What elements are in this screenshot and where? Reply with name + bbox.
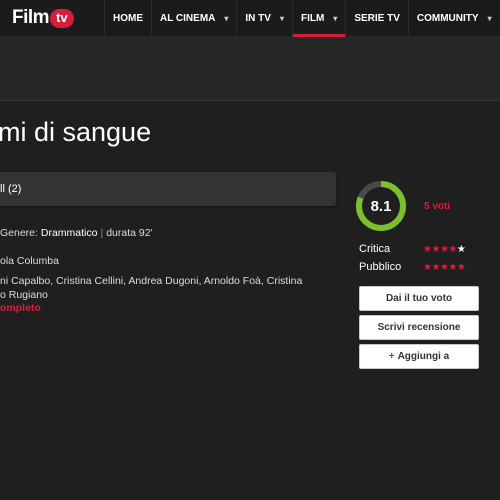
nav-label: COMMUNITY — [416, 13, 479, 24]
pubblico-label: Pubblico — [359, 261, 402, 273]
chevron-down-icon: ▾ — [333, 14, 338, 23]
nav-label: HOME — [113, 13, 143, 24]
director[interactable]: ola Columba — [0, 255, 59, 267]
rate-button-label: Dai il tuo voto — [385, 293, 453, 304]
header-band — [0, 37, 500, 100]
critica-label: Critica — [359, 243, 391, 255]
star-icon: ★ — [448, 262, 457, 273]
genre-value[interactable]: Drammatico — [41, 227, 98, 239]
chevron-down-icon: ▾ — [487, 14, 492, 23]
star-icon: ★ — [431, 244, 440, 255]
genre-label: Genere: — [0, 227, 38, 239]
main-menu: HOME AL CINEMA ▾ IN TV ▾ FILM ▾ SERIE TV… — [104, 0, 500, 37]
star-icon: ★ — [456, 244, 466, 255]
nav-item-serie-tv[interactable]: SERIE TV — [345, 0, 408, 37]
tab-label: ll (2) — [0, 183, 22, 195]
duration: durata 92' — [106, 227, 153, 239]
full-cast-link[interactable]: ompleto — [0, 302, 41, 314]
add-to-list-button[interactable]: + Aggiungi a — [359, 344, 479, 369]
info-tab-bar[interactable]: ll (2) — [0, 172, 336, 206]
plus-icon: + — [388, 351, 395, 362]
logo-tv-badge: tv — [50, 8, 74, 28]
filmtv-logo[interactable]: Film tv — [12, 6, 74, 30]
nav-item-in-tv[interactable]: IN TV ▾ — [236, 0, 292, 37]
rate-button[interactable]: Dai il tuo voto — [359, 286, 479, 311]
add-button-label: Aggiungi a — [397, 351, 450, 362]
page-title: mi di sangue — [0, 117, 152, 147]
star-icon: ★ — [448, 244, 457, 255]
nav-label: AL CINEMA — [160, 13, 216, 24]
cast-line[interactable]: ni Capalbo, Cristina Cellini, Andrea Dug… — [0, 274, 320, 288]
write-review-button[interactable]: Scrivi recensione — [359, 315, 479, 340]
review-button-label: Scrivi recensione — [377, 322, 461, 333]
star-icon: ★ — [431, 262, 440, 273]
top-navigation: Film tv HOME AL CINEMA ▾ IN TV ▾ FILM ▾ … — [0, 0, 500, 37]
nav-label: IN TV — [245, 13, 271, 24]
chevron-down-icon: ▾ — [224, 14, 229, 23]
movie-meta: Genere: Drammatico | durata 92' — [0, 227, 153, 239]
critica-stars: ★★★★★ — [423, 244, 466, 255]
cast-line[interactable]: o Rugiano — [0, 288, 320, 302]
cast-list: ni Capalbo, Cristina Cellini, Andrea Dug… — [0, 274, 320, 302]
nav-item-community[interactable]: COMMUNITY ▾ — [407, 0, 500, 37]
pubblico-stars: ★★★★★ — [423, 262, 466, 273]
nav-item-al-cinema[interactable]: AL CINEMA ▾ — [151, 0, 236, 37]
average-score: 8.1 — [370, 197, 392, 215]
nav-item-film[interactable]: FILM ▾ — [291, 0, 346, 37]
chevron-down-icon: ▾ — [279, 14, 284, 23]
votes-count[interactable]: 5 voti — [424, 201, 450, 212]
nav-label: SERIE TV — [354, 13, 400, 24]
star-icon: ★ — [456, 262, 466, 273]
nav-label: FILM — [300, 13, 325, 24]
logo-film-text: Film — [12, 7, 50, 28]
nav-item-home[interactable]: HOME — [104, 0, 151, 37]
